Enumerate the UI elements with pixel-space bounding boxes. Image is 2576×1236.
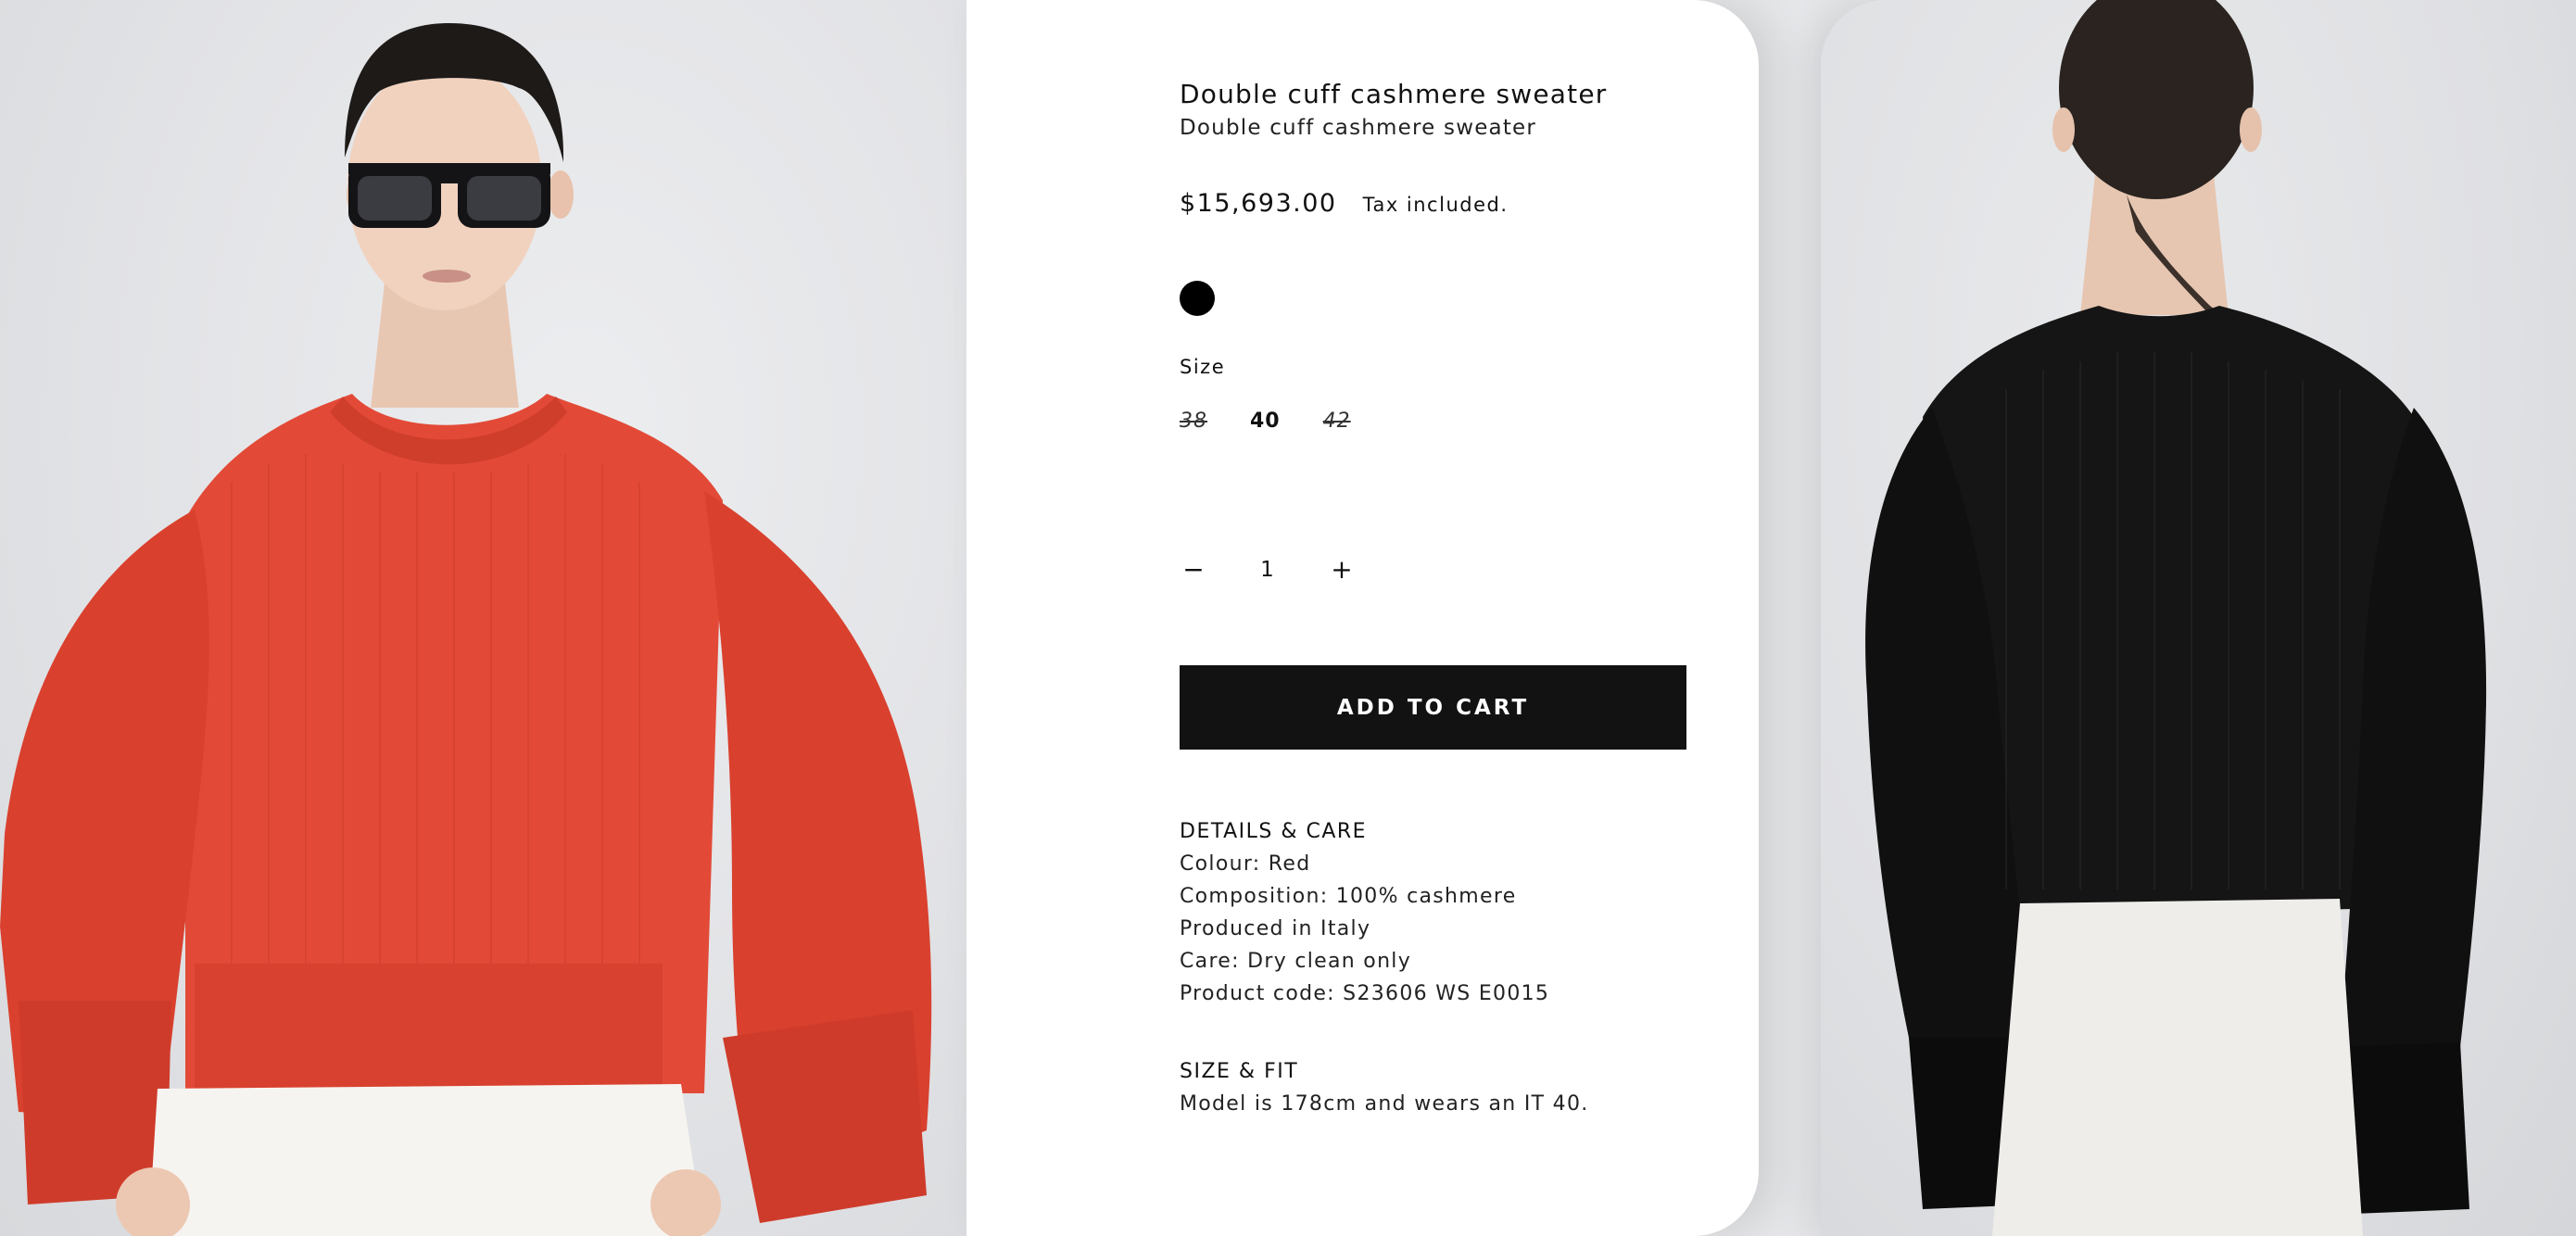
product-info: Double cuff cashmere sweater Double cuff… (1180, 76, 1689, 1120)
quantity-increase-button[interactable]: + (1328, 556, 1356, 584)
product-image-front[interactable] (0, 0, 966, 1236)
size-fit-line: Model is 178cm and wears an IT 40. (1180, 1092, 1589, 1116)
size-option-42[interactable]: 42 (1323, 410, 1351, 433)
details-care-heading: DETAILS & CARE (1180, 820, 1368, 843)
details-line-origin: Produced in Italy (1180, 917, 1371, 940)
size-selector: 38 40 42 (1180, 410, 1689, 433)
product-title: Double cuff cashmere sweater (1180, 79, 1608, 109)
details-line-colour: Colour: Red (1180, 852, 1311, 876)
size-fit-heading: SIZE & FIT (1180, 1060, 1299, 1083)
size-label: Size (1180, 356, 1226, 378)
product-image-back[interactable] (1821, 0, 2576, 1236)
product-price: $15,693.00 (1180, 189, 1337, 218)
color-swatch-black[interactable] (1180, 281, 1215, 316)
quantity-stepper: − 1 + (1180, 551, 1689, 588)
price-row: $15,693.00 Tax included. (1180, 189, 1689, 218)
model-front-illustration (0, 23, 932, 1236)
color-swatches (1180, 281, 1689, 318)
details-line-product-code: Product code: S23606 WS E0015 (1180, 982, 1550, 1005)
product-subtitle: Double cuff cashmere sweater (1180, 116, 1537, 140)
size-fit-section: SIZE & FIT Model is 178cm and wears an I… (1180, 1056, 1689, 1120)
add-to-cart-button[interactable]: ADD TO CART (1180, 665, 1686, 750)
details-line-care: Care: Dry clean only (1180, 950, 1412, 973)
size-option-40[interactable]: 40 (1250, 410, 1281, 433)
product-page: Double cuff cashmere sweater Double cuff… (0, 0, 2576, 1236)
quantity-decrease-button[interactable]: − (1180, 556, 1207, 584)
details-care-section: DETAILS & CARE Colour: Red Composition: … (1180, 816, 1689, 1010)
model-back-illustration (1865, 0, 2487, 1236)
product-info-panel: Double cuff cashmere sweater Double cuff… (966, 0, 1759, 1236)
size-option-38[interactable]: 38 (1180, 410, 1207, 433)
details-line-composition: Composition: 100% cashmere (1180, 885, 1517, 908)
tax-note: Tax included. (1362, 194, 1509, 216)
quantity-value[interactable]: 1 (1207, 558, 1328, 582)
